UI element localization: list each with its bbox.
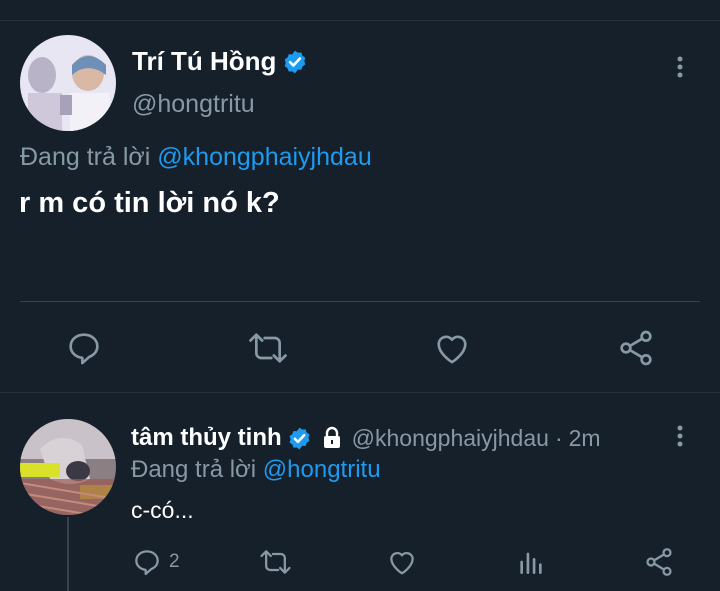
share-icon xyxy=(620,330,652,366)
tweet-separator xyxy=(0,392,720,393)
top-divider xyxy=(0,20,720,21)
display-name-text[interactable]: Trí Tú Hồng xyxy=(132,46,276,77)
timestamp[interactable]: 2m xyxy=(569,425,601,452)
retweet-button[interactable] xyxy=(258,546,293,578)
replying-to: Đang trả lời @hongtritu xyxy=(131,456,381,484)
share-button[interactable] xyxy=(616,328,656,368)
retweet-button[interactable] xyxy=(246,328,290,368)
replying-to-mention[interactable]: @hongtritu xyxy=(263,456,381,483)
analytics-button[interactable] xyxy=(515,546,547,578)
replying-to-prefix: Đang trả lời xyxy=(131,456,257,483)
like-icon xyxy=(390,551,414,575)
handle[interactable]: @khongphaiyjhdau xyxy=(352,425,549,452)
reply-count: 2 xyxy=(169,551,180,572)
more-vertical-icon[interactable] xyxy=(668,55,692,79)
avatar[interactable] xyxy=(20,35,116,131)
replying-to-mention[interactable]: @khongphaiyjhdau xyxy=(157,143,371,171)
handle[interactable]: @hongtritu xyxy=(132,90,255,119)
reply-icon xyxy=(135,550,159,576)
reply-button[interactable]: 2 xyxy=(131,546,180,578)
verified-badge-icon xyxy=(285,50,306,73)
display-name[interactable]: Trí Tú Hồng xyxy=(132,46,308,77)
share-button[interactable] xyxy=(643,546,675,578)
like-button[interactable] xyxy=(432,328,472,368)
verified-badge-icon xyxy=(289,427,310,449)
display-name[interactable]: tâm thủy tinh xyxy=(131,424,282,452)
tweet-text: r m có tin lời nó k? xyxy=(19,187,280,219)
action-divider xyxy=(20,301,700,302)
lock-icon xyxy=(323,426,340,448)
share-icon xyxy=(646,548,672,576)
replying-to-prefix: Đang trả lời xyxy=(20,143,151,171)
like-icon xyxy=(437,335,467,364)
thread-connector-line xyxy=(67,517,69,591)
like-button[interactable] xyxy=(386,546,418,578)
avatar[interactable] xyxy=(20,419,116,515)
reply-icon xyxy=(69,333,99,365)
replying-to: Đang trả lời @khongphaiyjhdau xyxy=(20,143,372,172)
retweet-icon xyxy=(260,550,291,574)
analytics-icon xyxy=(520,552,542,574)
retweet-icon xyxy=(249,333,287,363)
reply-header: tâm thủy tinh @khongphaiyjhdau · 2m xyxy=(131,424,601,452)
reply-button[interactable] xyxy=(64,328,104,368)
tweet-text: c-có... xyxy=(131,497,194,523)
dot-separator: · xyxy=(554,424,563,451)
more-vertical-icon[interactable] xyxy=(668,424,692,448)
